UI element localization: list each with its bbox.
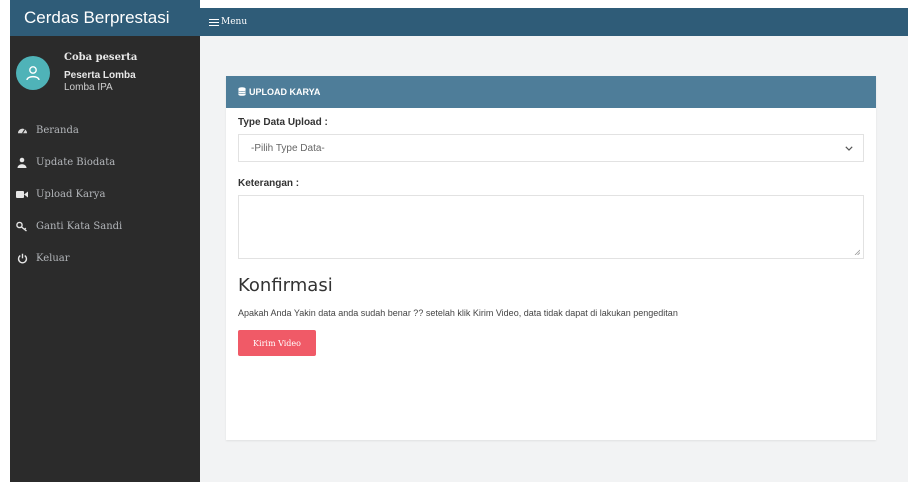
database-icon — [238, 86, 246, 98]
sidebar-item-upload-karya[interactable]: Upload Karya — [10, 178, 200, 210]
sidebar-item-update-biodata[interactable]: Update Biodata — [10, 146, 200, 178]
user-icon — [16, 156, 28, 168]
main-content: UPLOAD KARYA Type Data Upload : -Pilih T… — [200, 36, 908, 482]
chevron-down-icon — [845, 145, 853, 151]
sidebar-item-beranda[interactable]: Beranda — [10, 114, 200, 146]
sidebar-item-label: Update Biodata — [36, 156, 116, 168]
brand-title[interactable]: Cerdas Berprestasi — [10, 0, 200, 36]
sidebar-menu: Beranda Update Biodata Upload Karya Gant… — [10, 114, 200, 274]
menu-toggle-button[interactable]: Menu — [209, 17, 247, 28]
resize-grip-icon[interactable] — [854, 249, 860, 255]
power-icon — [16, 252, 28, 264]
menu-toggle-label: Menu — [221, 17, 248, 27]
type-data-label: Type Data Upload : — [238, 117, 328, 128]
key-icon — [16, 220, 28, 232]
upload-card: UPLOAD KARYA Type Data Upload : -Pilih T… — [226, 76, 876, 440]
user-avatar-icon — [26, 66, 40, 81]
avatar — [16, 56, 50, 90]
user-competition: Lomba IPA — [64, 82, 113, 93]
card-title: UPLOAD KARYA — [249, 87, 321, 97]
kirim-video-button[interactable]: Kirim Video — [238, 330, 316, 356]
card-header: UPLOAD KARYA — [226, 76, 876, 108]
sidebar-item-label: Beranda — [36, 124, 79, 136]
keterangan-label: Keterangan : — [238, 178, 300, 189]
sidebar-item-label: Keluar — [36, 252, 70, 264]
type-data-select[interactable]: -Pilih Type Data- — [238, 134, 864, 162]
confirm-message: Apakah Anda Yakin data anda sudah benar … — [238, 308, 678, 318]
dashboard-icon — [16, 124, 28, 136]
keterangan-textarea[interactable] — [238, 195, 864, 259]
sidebar-item-ganti-kata-sandi[interactable]: Ganti Kata Sandi — [10, 210, 200, 242]
sidebar-item-keluar[interactable]: Keluar — [10, 242, 200, 274]
user-name: Coba peserta — [64, 52, 138, 63]
sidebar-item-label: Ganti Kata Sandi — [36, 220, 123, 232]
video-camera-icon — [16, 188, 28, 200]
sidebar-item-label: Upload Karya — [36, 188, 106, 200]
confirm-title: Konfirmasi — [238, 275, 333, 296]
type-data-select-value: -Pilih Type Data- — [251, 142, 325, 154]
sidebar: Cerdas Berprestasi Coba peserta Peserta … — [10, 0, 200, 482]
user-role: Peserta Lomba — [64, 70, 136, 81]
user-panel: Coba peserta Peserta Lomba Lomba IPA — [10, 36, 200, 98]
hamburger-icon — [209, 17, 219, 28]
top-navbar: Menu — [200, 8, 908, 36]
